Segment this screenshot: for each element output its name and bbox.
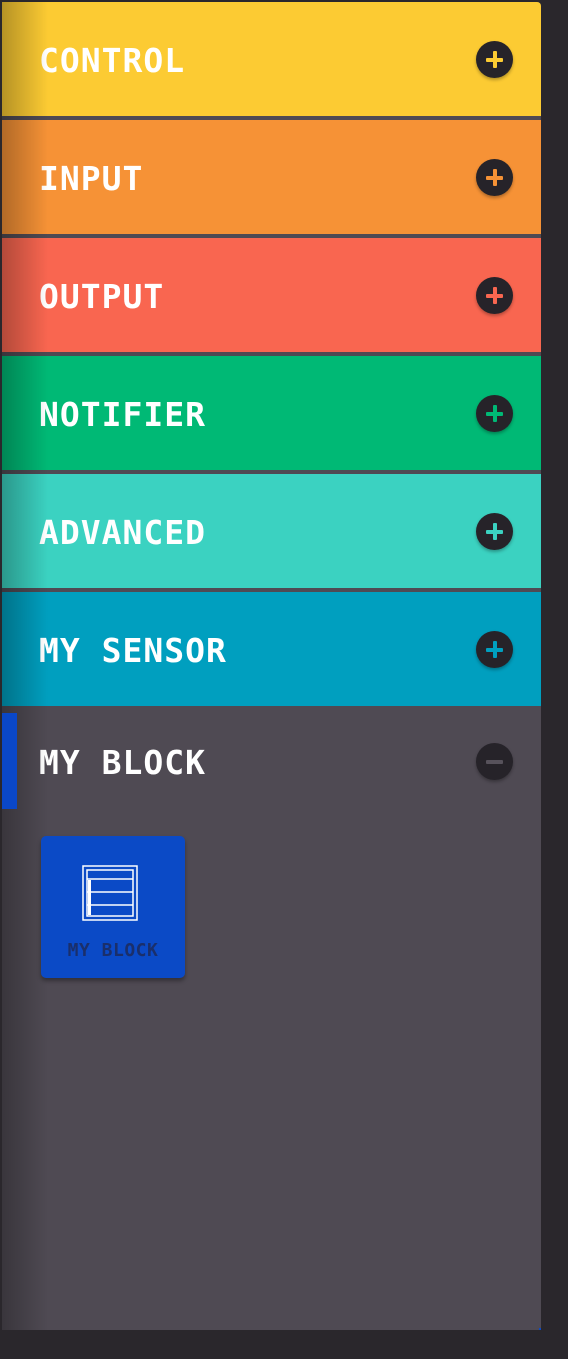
category-my-sensor[interactable]: MY SENSOR: [2, 592, 541, 706]
category-control[interactable]: CONTROL: [2, 2, 541, 116]
category-label: NOTIFIER: [39, 395, 206, 434]
category-label: ADVANCED: [39, 513, 206, 552]
expand-plus-icon[interactable]: [476, 159, 513, 196]
category-my-block[interactable]: MY BLOCK: [2, 704, 541, 818]
document-icon: [82, 865, 138, 921]
my-block-tile[interactable]: MY BLOCK: [41, 836, 185, 978]
panel-corner-accent: [539, 1328, 541, 1330]
block-label: MY BLOCK: [67, 940, 159, 961]
expand-plus-icon[interactable]: [476, 41, 513, 78]
category-label: OUTPUT: [39, 277, 165, 316]
category-label: CONTROL: [39, 41, 186, 80]
category-label: MY BLOCK: [39, 743, 206, 782]
expand-plus-icon[interactable]: [476, 513, 513, 550]
category-notifier[interactable]: NOTIFIER: [2, 356, 541, 470]
category-label: MY SENSOR: [39, 631, 227, 670]
expand-plus-icon[interactable]: [476, 395, 513, 432]
category-panel: CONTROL INPUT OUTPUT NOTIFIER ADVANCED M…: [2, 2, 541, 1330]
category-output[interactable]: OUTPUT: [2, 238, 541, 352]
category-label: INPUT: [39, 159, 144, 198]
expand-plus-icon[interactable]: [476, 277, 513, 314]
selected-category-marker: [2, 713, 17, 809]
category-input[interactable]: INPUT: [2, 120, 541, 234]
collapse-minus-icon[interactable]: [476, 743, 513, 780]
expand-plus-icon[interactable]: [476, 631, 513, 668]
category-advanced[interactable]: ADVANCED: [2, 474, 541, 588]
